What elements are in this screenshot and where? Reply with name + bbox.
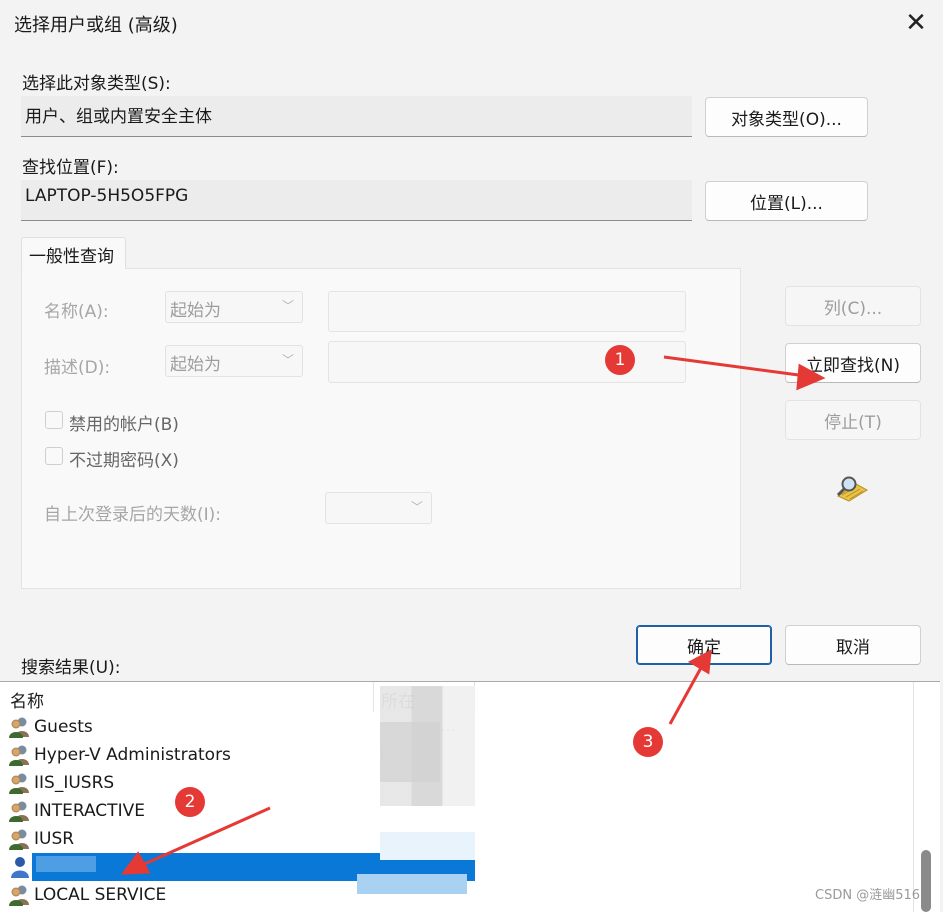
annotation-marker-1: 1	[605, 345, 635, 375]
watermark: CSDN @涟幽516	[815, 888, 921, 903]
annotation-arrows	[120, 355, 826, 875]
annotation-marker-2: 2	[175, 787, 205, 817]
annotation-marker-3: 3	[633, 727, 663, 757]
